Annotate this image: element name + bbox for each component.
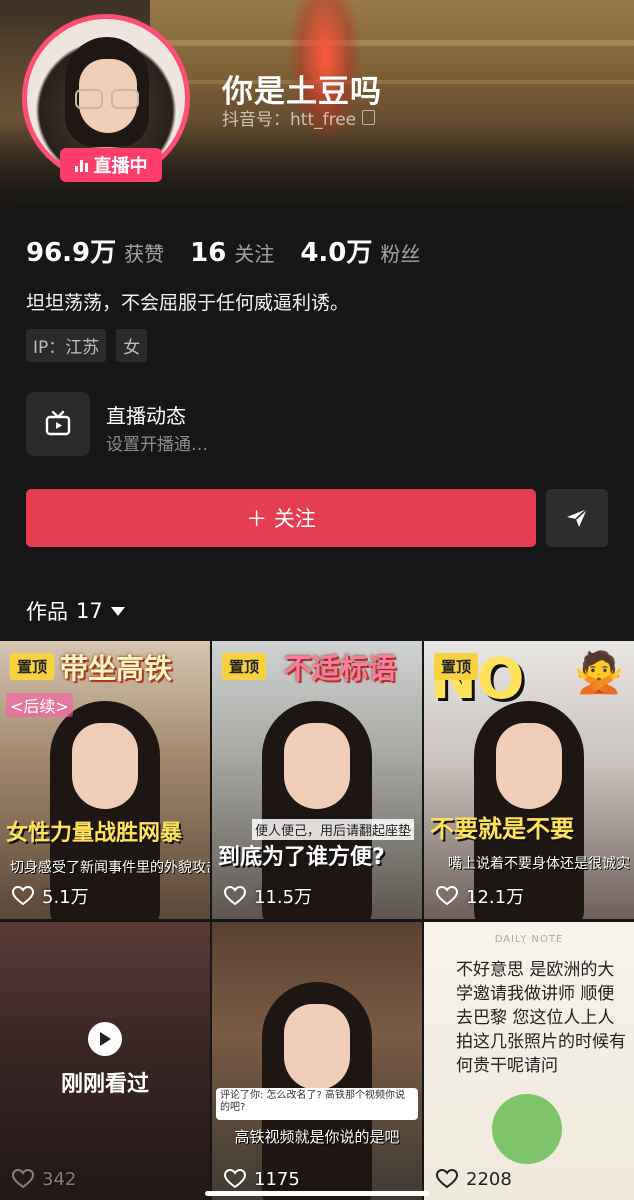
like-count: 342	[12, 1169, 76, 1190]
note-text: 不好意思 是欧洲的大学邀请我做讲师 顺便去巴黎 您这位人上人拍这几张照片的时候有…	[456, 959, 626, 1076]
tag-ip: IP：江苏	[26, 329, 107, 362]
avatar-glasses-right	[111, 89, 139, 109]
video-grid: 带坐高铁 <后续> 女性力量战胜网暴 切身感受了新闻事件里的外貌攻击 置顶 5.…	[0, 641, 634, 1200]
video-thumbnail[interactable]: DAILY NOTE 不好意思 是欧洲的大学邀请我做讲师 顺便去巴黎 您这位人上…	[424, 921, 634, 1200]
like-count-text: 2208	[466, 1168, 512, 1190]
cover-big-text: 到底为了谁方便?	[218, 845, 385, 870]
like-count-text: 342	[42, 1168, 77, 1190]
cover-small-text: 嘴上说着不要身体还是很诚实	[448, 856, 630, 872]
cover-title-text: 不适标语	[284, 652, 397, 685]
heart-icon	[12, 1169, 34, 1189]
live-dynamics-subtitle: 设置开播通…	[106, 435, 208, 455]
heart-icon	[12, 886, 34, 906]
heart-icon	[224, 886, 246, 906]
like-count-text: 12.1万	[466, 887, 525, 908]
tv-icon	[26, 392, 90, 456]
works-tab-count: 17	[76, 599, 103, 623]
profile-tags: IP：江苏 女	[26, 329, 148, 362]
cover-big-text: 女性力量战胜网暴	[6, 821, 183, 846]
like-count: 2208	[436, 1169, 512, 1190]
heart-icon	[224, 1169, 246, 1189]
recently-watched-overlay: 刚刚看过	[0, 1021, 210, 1098]
share-button[interactable]	[546, 489, 608, 547]
send-icon	[567, 508, 588, 527]
play-icon	[88, 1021, 122, 1056]
live-badge-label: 直播中	[93, 156, 148, 177]
tab-works[interactable]: 作品 17	[26, 596, 125, 626]
cover-caption: 高铁视频就是你说的是吧	[234, 1127, 400, 1146]
video-thumbnail[interactable]: 不适标语 便人便己，用后请翻起座垫 到底为了谁方便? 置顶 11.5万	[212, 641, 422, 919]
heart-icon	[436, 886, 458, 906]
pinned-badge: 置顶	[222, 653, 267, 680]
like-count: 5.1万	[12, 883, 89, 909]
copy-icon[interactable]	[362, 110, 376, 125]
home-indicator[interactable]	[205, 1191, 429, 1196]
followers-count[interactable]: 4.0万	[300, 232, 372, 269]
comment-bubble: 评论了你: 怎么改名了? 高铁那个视频你说的吧?	[216, 1087, 418, 1120]
tag-gender: 女	[116, 329, 148, 362]
heart-icon	[436, 1169, 458, 1189]
live-badge[interactable]: 直播中	[60, 148, 162, 182]
cover-title: 不适标语	[284, 647, 396, 687]
like-count: 1175	[224, 1169, 300, 1190]
douyin-id-text: 抖音号：htt_free	[222, 110, 357, 130]
video-thumbnail[interactable]: NO 🙅 不要就是不要 嘴上说着不要身体还是很诚实 置顶 12.1万	[424, 641, 634, 919]
video-thumbnail[interactable]: 刚刚看过 342	[0, 921, 210, 1200]
stats-row: 96.9万 获赞 16 关注 4.0万 粉丝	[26, 232, 446, 269]
live-dynamics-entry[interactable]: 直播动态 设置开播通…	[26, 392, 426, 458]
works-tab-label: 作品	[26, 600, 68, 624]
follow-button[interactable]: ＋ 关注	[26, 489, 536, 547]
chevron-down-icon	[110, 606, 125, 616]
like-count-text: 11.5万	[254, 887, 313, 908]
cover-small-text: 便人便己，用后请翻起座垫	[252, 819, 415, 840]
cover-small-text: 切身感受了新闻事件里的外貌攻击	[10, 860, 210, 876]
video-thumbnail[interactable]: 带坐高铁 <后续> 女性力量战胜网暴 切身感受了新闻事件里的外貌攻击 置顶 5.…	[0, 641, 210, 919]
cover-title: 带坐高铁	[60, 652, 173, 685]
likes-label: 获赞	[124, 242, 165, 266]
live-dynamics-title: 直播动态	[106, 404, 186, 428]
followers-label[interactable]: 粉丝	[380, 238, 420, 267]
profile-panel: 96.9万 获赞 16 关注 4.0万 粉丝 坦坦荡荡，不会屈服于任何威逼利诱。…	[0, 205, 634, 635]
pinned-badge: 置顶	[434, 653, 479, 680]
cover-big-text: 不要就是不要	[430, 815, 574, 843]
avatar-glasses-left	[75, 89, 103, 109]
video-thumbnail[interactable]: 评论了你: 怎么改名了? 高铁那个视频你说的吧? 高铁视频就是你说的是吧 117…	[212, 921, 422, 1200]
bio: 坦坦荡荡，不会屈服于任何威逼利诱。	[26, 292, 350, 314]
likes-count: 96.9万	[26, 238, 117, 268]
cover-subtitle: <后续>	[6, 693, 73, 717]
like-count: 12.1万	[436, 883, 524, 909]
recently-watched-label: 刚刚看过	[60, 1071, 149, 1097]
following-count[interactable]: 16	[190, 238, 226, 268]
like-count-text: 1175	[254, 1168, 300, 1190]
following-label[interactable]: 关注	[234, 238, 274, 267]
douyin-id[interactable]: 抖音号：htt_free	[222, 105, 376, 130]
live-bars-icon	[74, 158, 88, 172]
gesture-emoji-icon: 🙅	[574, 650, 624, 696]
note-header: DAILY NOTE	[494, 933, 564, 945]
pinned-badge: 置顶	[10, 653, 55, 680]
like-count: 11.5万	[224, 883, 312, 909]
like-count-text: 5.1万	[42, 887, 89, 908]
frog-sticker-icon	[492, 1093, 562, 1164]
